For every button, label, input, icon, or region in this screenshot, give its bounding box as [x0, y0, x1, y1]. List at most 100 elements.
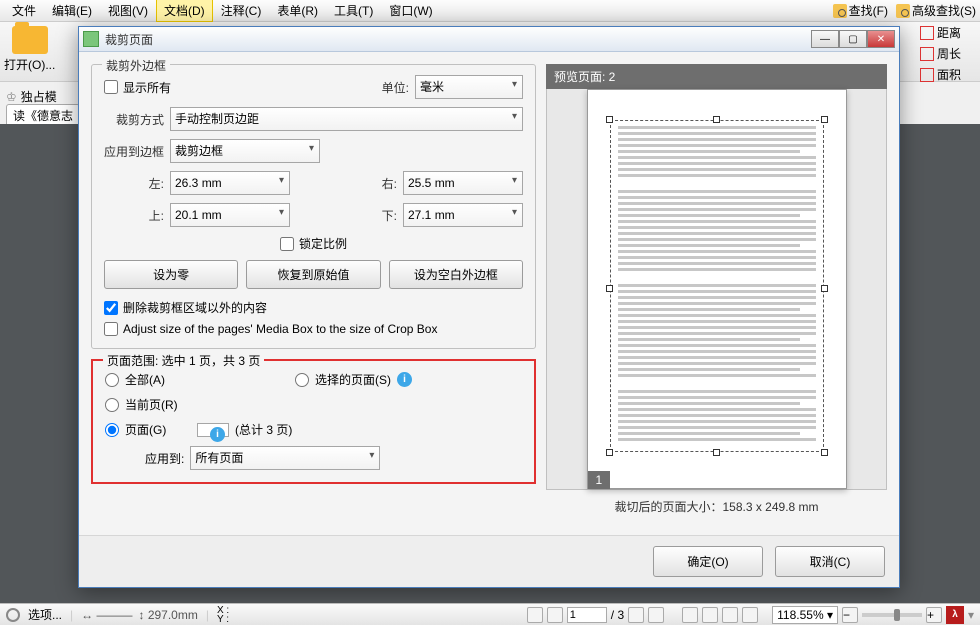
- folder-icon: [12, 26, 48, 54]
- view-mode-icon[interactable]: [702, 607, 718, 623]
- crop-frame[interactable]: [610, 120, 824, 452]
- page-dimensions: ↔ ——— ↕ 297.0mm: [81, 608, 198, 622]
- distance-icon: [920, 26, 934, 40]
- crop-margins-legend: 裁剪外边框: [102, 57, 170, 74]
- last-page-icon[interactable]: [648, 607, 664, 623]
- minimize-button[interactable]: —: [811, 30, 839, 48]
- open-button[interactable]: 打开(O)...: [4, 26, 55, 73]
- prev-page-icon[interactable]: [547, 607, 563, 623]
- unit-label: 单位:: [382, 79, 409, 96]
- menu-view[interactable]: 视图(V): [100, 0, 156, 22]
- ok-button[interactable]: 确定(O): [653, 546, 763, 577]
- page-number-input[interactable]: [567, 607, 607, 623]
- main-menu-bar: 文件 编辑(E) 视图(V) 文档(D) 注释(C) 表单(R) 工具(T) 窗…: [0, 0, 980, 22]
- page-total: / 3: [611, 608, 624, 622]
- tool-distance[interactable]: 距离: [916, 22, 980, 43]
- total-pages-label: (总计 3 页): [235, 421, 292, 438]
- top-margin-input[interactable]: 20.1 mm: [170, 203, 290, 227]
- unit-select[interactable]: 毫米: [415, 75, 523, 99]
- radio-all-pages[interactable]: 全部(A): [105, 371, 295, 388]
- info-icon[interactable]: i: [397, 372, 412, 387]
- bottom-margin-input[interactable]: 27.1 mm: [403, 203, 523, 227]
- crop-handle[interactable]: [821, 449, 828, 456]
- crop-pages-dialog: 裁剪页面 — ▢ ✕ 裁剪外边框 显示所有 单位: 毫米 裁剪方式: [78, 26, 900, 588]
- crop-handle[interactable]: [713, 116, 720, 123]
- area-icon: [920, 68, 934, 82]
- view-mode-icon[interactable]: [682, 607, 698, 623]
- zoom-slider[interactable]: [862, 613, 922, 617]
- menu-tools[interactable]: 工具(T): [326, 0, 381, 22]
- left-margin-input[interactable]: 26.3 mm: [170, 171, 290, 195]
- crop-handle[interactable]: [821, 116, 828, 123]
- delete-outside-checkbox[interactable]: 删除裁剪框区域以外的内容: [104, 299, 523, 316]
- status-bar: 选项... | ↔ ——— ↕ 297.0mm | X : Y : / 3 11…: [0, 603, 980, 625]
- left-label: 左:: [104, 175, 164, 192]
- preview-area[interactable]: 1: [546, 89, 887, 490]
- adjust-media-box-checkbox[interactable]: Adjust size of the pages' Media Box to t…: [104, 322, 523, 336]
- menu-window[interactable]: 窗口(W): [381, 0, 440, 22]
- options-button[interactable]: 选项...: [28, 606, 62, 623]
- tool-perimeter[interactable]: 周长: [916, 43, 980, 64]
- radio-pages[interactable]: 页面(G): [105, 421, 191, 438]
- apply-box-label: 应用到边框: [104, 143, 164, 160]
- apply-to-select[interactable]: 所有页面: [190, 446, 380, 470]
- menu-document[interactable]: 文档(D): [156, 0, 213, 22]
- crop-mode-select[interactable]: 手动控制页边距: [170, 107, 523, 131]
- maximize-button[interactable]: ▢: [839, 30, 867, 48]
- next-page-icon[interactable]: [628, 607, 644, 623]
- restore-original-button[interactable]: 恢复到原始值: [246, 260, 380, 289]
- zoom-out-icon[interactable]: −: [842, 607, 858, 623]
- measure-tools: 距离 周长 面积: [916, 22, 980, 85]
- dialog-icon: [83, 31, 99, 47]
- set-zero-button[interactable]: 设为零: [104, 260, 238, 289]
- cancel-button[interactable]: 取消(C): [775, 546, 885, 577]
- pdf-icon[interactable]: λ: [946, 606, 964, 624]
- gear-icon[interactable]: [6, 608, 20, 622]
- zoom-select[interactable]: 118.55% ▾: [772, 606, 838, 624]
- perimeter-icon: [920, 47, 934, 61]
- advanced-find-icon: [896, 4, 910, 18]
- crop-size-label: 裁切后的页面大小：158.3 x 249.8 mm: [546, 490, 887, 523]
- exclusive-mode[interactable]: 独占模: [21, 88, 57, 105]
- bottom-label: 下:: [377, 207, 397, 224]
- right-margin-input[interactable]: 25.5 mm: [403, 171, 523, 195]
- show-all-checkbox[interactable]: 显示所有: [104, 79, 171, 96]
- crop-handle[interactable]: [606, 285, 613, 292]
- crop-handle[interactable]: [606, 116, 613, 123]
- crop-mode-label: 裁剪方式: [104, 111, 164, 128]
- preview-page-number: 1: [588, 471, 611, 489]
- menu-find[interactable]: 查找(F): [849, 2, 888, 19]
- xy-readout: X : Y :: [217, 606, 229, 624]
- first-page-icon[interactable]: [527, 607, 543, 623]
- info-icon[interactable]: i: [210, 427, 225, 442]
- apply-to-label: 应用到:: [145, 450, 184, 467]
- menu-edit[interactable]: 编辑(E): [44, 0, 100, 22]
- crop-handle[interactable]: [821, 285, 828, 292]
- find-icon: [833, 4, 847, 18]
- view-mode-icon[interactable]: [742, 607, 758, 623]
- zoom-in-icon[interactable]: +: [926, 607, 942, 623]
- page-range-legend: 页面范围: 选中 1 页，共 3 页: [103, 352, 264, 369]
- dialog-titlebar[interactable]: 裁剪页面 — ▢ ✕: [79, 27, 899, 52]
- close-button[interactable]: ✕: [867, 30, 895, 48]
- radio-selected-pages[interactable]: 选择的页面(S) i: [295, 371, 412, 388]
- apply-box-select[interactable]: 裁剪边框: [170, 139, 320, 163]
- set-blank-margin-button[interactable]: 设为空白外边框: [389, 260, 523, 289]
- view-mode-icon[interactable]: [722, 607, 738, 623]
- page-range-group: 页面范围: 选中 1 页，共 3 页 全部(A) 选择的页面(S) i 当前页(…: [91, 359, 536, 484]
- radio-current-page[interactable]: 当前页(R): [105, 396, 522, 413]
- menu-form[interactable]: 表单(R): [269, 0, 326, 22]
- dialog-title: 裁剪页面: [105, 31, 811, 48]
- menu-file[interactable]: 文件: [4, 0, 44, 22]
- top-label: 上:: [104, 207, 164, 224]
- lock-ratio-checkbox[interactable]: 锁定比例: [280, 235, 347, 252]
- crop-handle[interactable]: [606, 449, 613, 456]
- tool-area[interactable]: 面积: [916, 64, 980, 85]
- menu-annotate[interactable]: 注释(C): [213, 0, 270, 22]
- crop-handle[interactable]: [713, 449, 720, 456]
- right-label: 右:: [377, 175, 397, 192]
- page-preview[interactable]: 1: [587, 89, 847, 489]
- crop-margins-group: 裁剪外边框 显示所有 单位: 毫米 裁剪方式 手动控制页边距 应用到边框 裁剪边…: [91, 64, 536, 349]
- menu-advanced-find[interactable]: 高级查找(S): [912, 2, 976, 19]
- preview-header: 预览页面: 2: [546, 64, 887, 89]
